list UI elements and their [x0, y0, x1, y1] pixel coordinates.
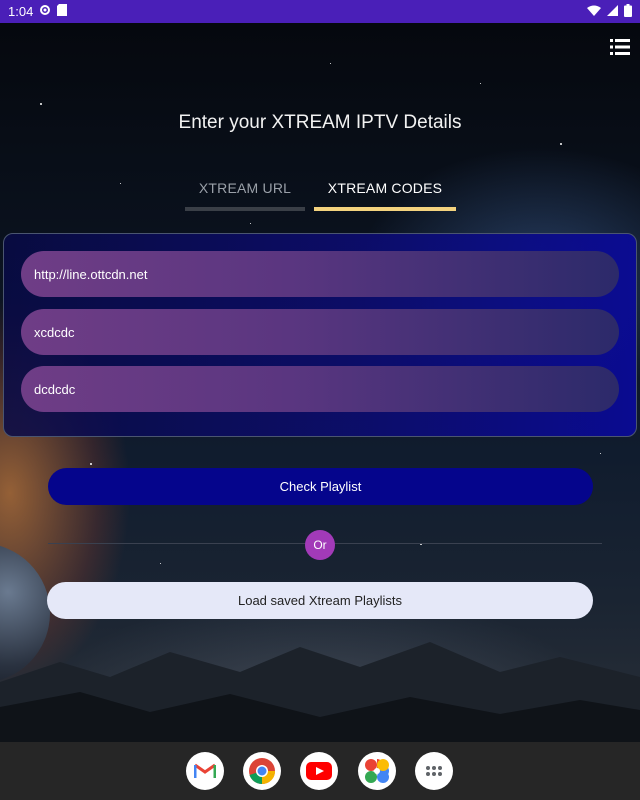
mountains-decoration — [0, 642, 640, 742]
page-title: Enter your XTREAM IPTV Details — [178, 112, 462, 133]
battery-icon — [624, 3, 632, 20]
username-field[interactable] — [21, 309, 619, 355]
status-time: 1:04 — [8, 4, 34, 19]
chrome-icon[interactable] — [243, 752, 281, 790]
menu-list-icon[interactable] — [610, 39, 630, 55]
status-bar: 1:04 — [0, 0, 640, 23]
wifi-icon — [587, 4, 601, 19]
check-playlist-button[interactable]: Check Playlist — [48, 468, 593, 505]
or-badge: Or — [305, 530, 335, 560]
photos-icon[interactable] — [358, 752, 396, 790]
app-drawer-icon[interactable] — [415, 752, 453, 790]
gmail-icon[interactable] — [186, 752, 224, 790]
tab-xtream-url-indicator — [185, 207, 305, 211]
sd-card-icon — [57, 4, 68, 19]
settings-gear-icon — [39, 4, 51, 19]
load-saved-playlists-button[interactable]: Load saved Xtream Playlists — [47, 582, 593, 619]
signal-icon — [607, 4, 618, 19]
tab-xtream-codes-indicator — [314, 207, 456, 211]
youtube-icon[interactable] — [300, 752, 338, 790]
password-field[interactable] — [21, 366, 619, 412]
server-url-field[interactable] — [21, 251, 619, 297]
